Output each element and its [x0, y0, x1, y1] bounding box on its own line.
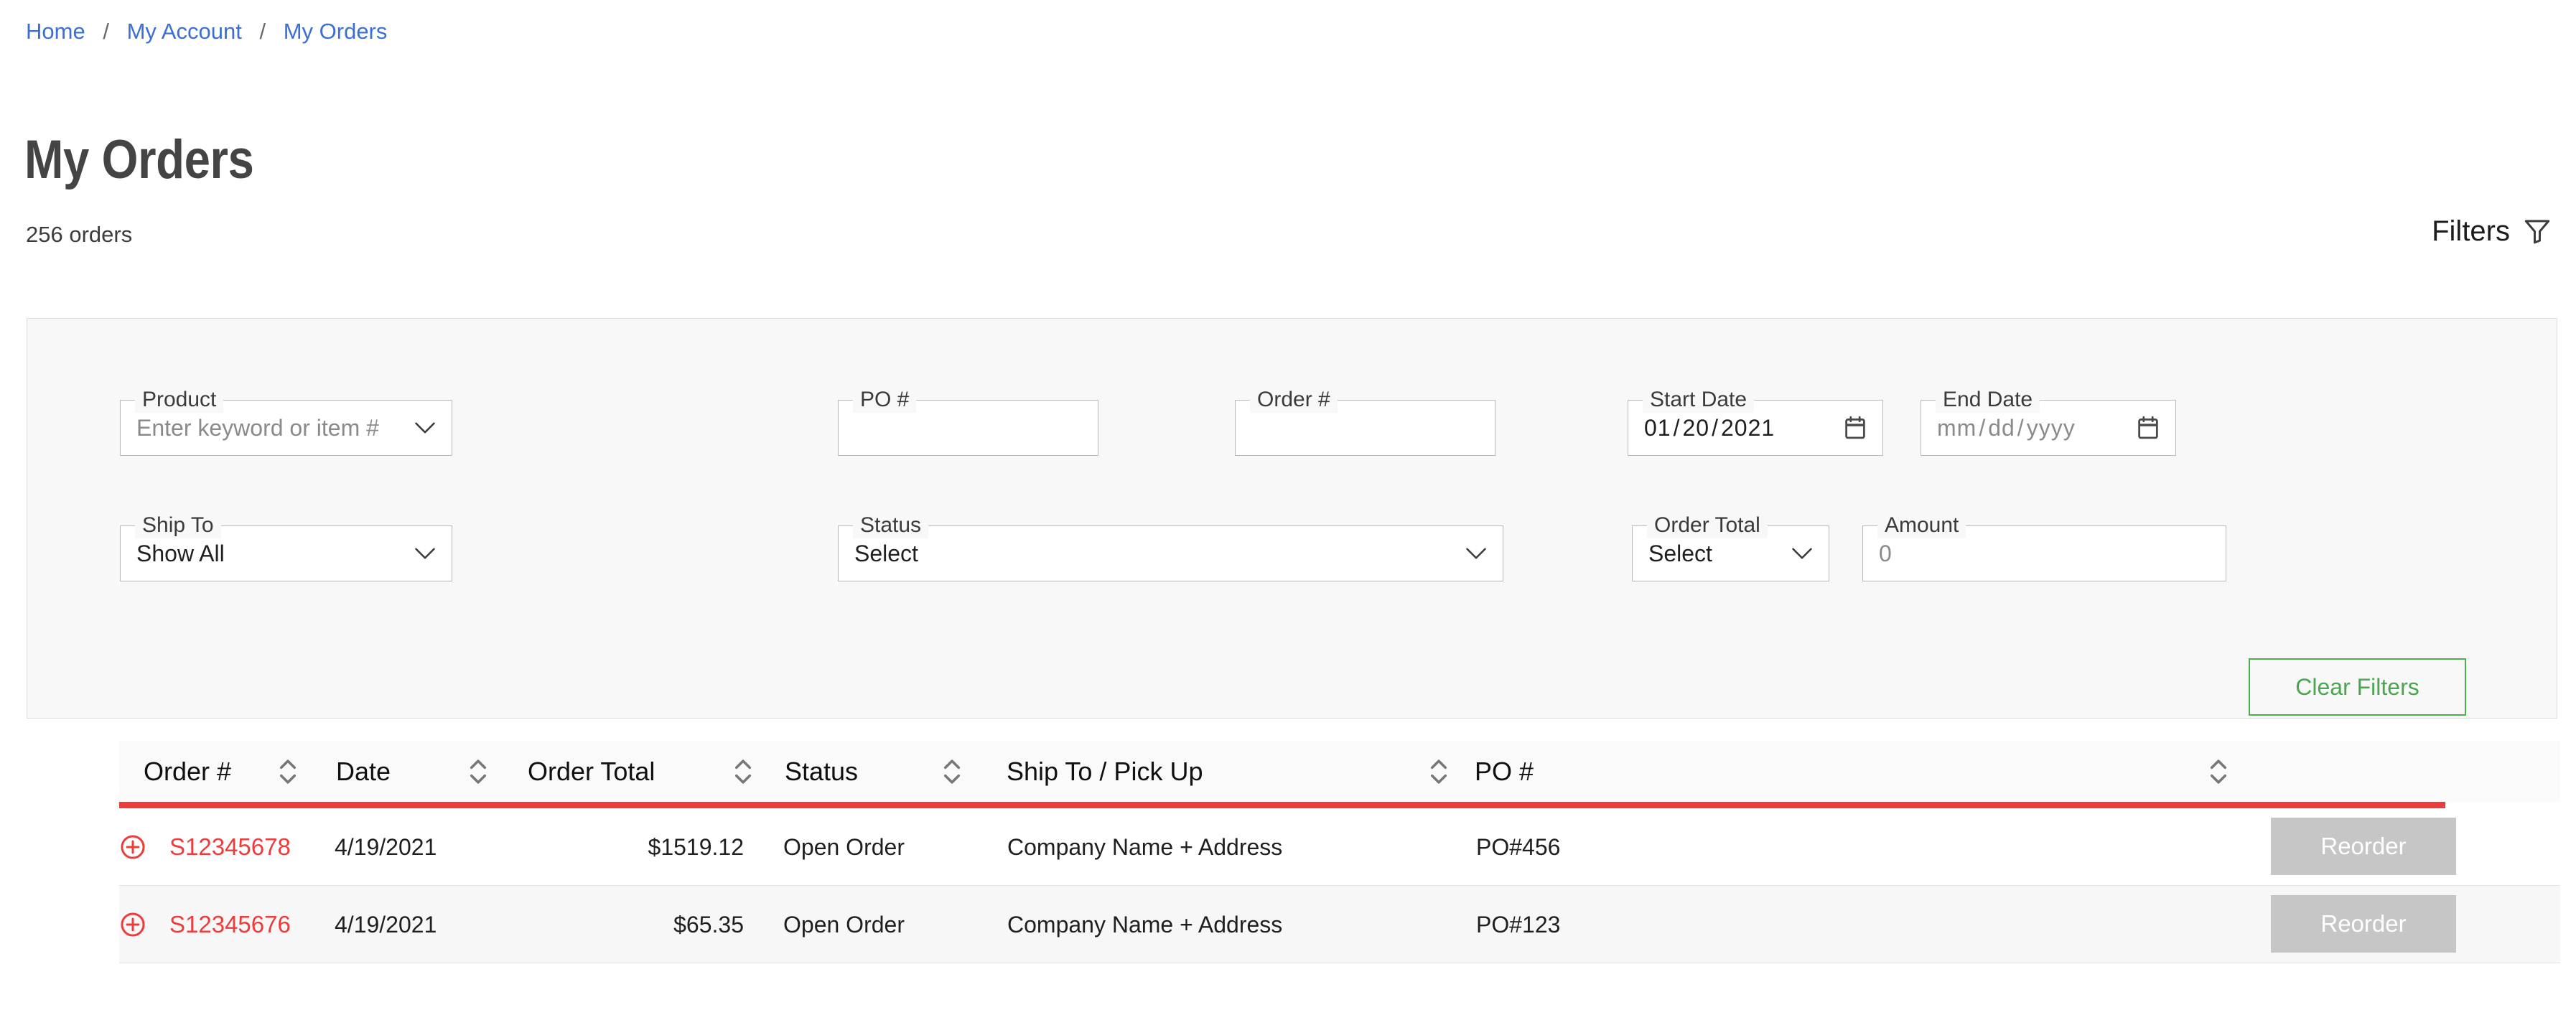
cell-status: Open Order — [783, 833, 905, 860]
cell-ship-to: Company Name + Address — [1007, 833, 1283, 860]
filter-status-value: Select — [854, 541, 918, 566]
table-accent-bar — [119, 802, 2445, 808]
orders-table: Order # Date Order Total Status Ship To … — [119, 741, 2560, 963]
filter-status[interactable]: Status Select — [838, 513, 1503, 581]
column-header-date[interactable]: Date — [336, 741, 391, 802]
table-row[interactable]: S12345678 4/19/2021 $1519.12 Open Order … — [119, 808, 2560, 886]
breadcrumb: Home / My Account / My Orders — [26, 19, 387, 45]
start-date-year: 2021 — [1720, 415, 1775, 441]
filter-order-total-value: Select — [1648, 541, 1712, 566]
filter-order-total-label: Order Total — [1647, 513, 1768, 538]
cell-order-number[interactable]: S12345676 — [169, 886, 291, 963]
chevron-down-icon — [1465, 547, 1487, 560]
filter-product[interactable]: Product Enter keyword or item # — [120, 387, 452, 456]
page-title: My Orders — [24, 128, 254, 190]
funnel-icon — [2521, 216, 2553, 246]
plus-circle-icon[interactable] — [119, 808, 146, 885]
calendar-icon[interactable] — [1844, 416, 1867, 440]
filter-order-number-label: Order # — [1250, 387, 1338, 413]
cell-date: 4/19/2021 — [335, 911, 437, 937]
cell-status: Open Order — [783, 911, 905, 937]
cell-order-total: $1519.12 — [648, 833, 744, 860]
cell-date: 4/19/2021 — [335, 833, 437, 860]
orders-count: 256 orders — [26, 222, 133, 247]
filter-ship-to-value: Show All — [136, 541, 225, 566]
table-row[interactable]: S12345676 4/19/2021 $65.35 Open Order Co… — [119, 886, 2560, 963]
filter-end-date[interactable]: End Date mm / dd / yyyy — [1921, 387, 2176, 456]
sort-icon-ship-to[interactable] — [1429, 741, 1448, 802]
filter-amount-label: Amount — [1877, 513, 1966, 538]
order-number-link[interactable]: S12345676 — [169, 911, 291, 937]
chevron-down-icon — [414, 421, 436, 434]
end-date-year: yyyy — [2026, 415, 2076, 441]
reorder-button[interactable]: Reorder — [2271, 818, 2456, 875]
breadcrumb-item-my-account[interactable]: My Account — [127, 19, 242, 44]
filter-start-date[interactable]: Start Date 01 / 20 / 2021 — [1628, 387, 1883, 456]
start-date-month: 01 — [1644, 415, 1671, 441]
filters-toggle[interactable]: Filters — [2432, 215, 2553, 247]
sort-icon-order-total[interactable] — [734, 741, 752, 802]
filter-start-date-label: Start Date — [1643, 387, 1755, 413]
start-date-sep: / — [1673, 415, 1681, 441]
table-header-row: Order # Date Order Total Status Ship To … — [119, 741, 2560, 808]
cell-po-number: PO#456 — [1476, 833, 1561, 860]
start-date-day: 20 — [1682, 415, 1710, 441]
column-header-ship-to[interactable]: Ship To / Pick Up — [1007, 741, 1203, 802]
filters-toggle-label: Filters — [2432, 215, 2510, 247]
filter-ship-to[interactable]: Ship To Show All — [120, 513, 452, 581]
start-date-sep: / — [1712, 415, 1719, 441]
column-header-po-number[interactable]: PO # — [1475, 741, 1534, 802]
end-date-sep: / — [1979, 415, 1987, 441]
calendar-icon[interactable] — [2137, 416, 2160, 440]
filter-ship-to-label: Ship To — [135, 513, 221, 538]
breadcrumb-separator: / — [259, 19, 266, 44]
breadcrumb-item-my-orders: My Orders — [283, 19, 388, 44]
reorder-button[interactable]: Reorder — [2271, 895, 2456, 953]
breadcrumb-separator: / — [103, 19, 109, 44]
plus-circle-icon[interactable] — [119, 886, 146, 963]
filter-status-label: Status — [853, 513, 929, 538]
clear-filters-button[interactable]: Clear Filters — [2249, 658, 2466, 716]
column-header-status[interactable]: Status — [785, 741, 858, 802]
filter-po-number-label: PO # — [853, 387, 917, 413]
cell-ship-to: Company Name + Address — [1007, 911, 1283, 937]
breadcrumb-item-home[interactable]: Home — [26, 19, 85, 44]
cell-order-total: $65.35 — [673, 911, 744, 937]
order-number-link[interactable]: S12345678 — [169, 833, 291, 860]
cell-po-number: PO#123 — [1476, 911, 1561, 937]
filter-panel: Product Enter keyword or item # PO # Ord… — [27, 318, 2557, 719]
end-date-month: mm — [1937, 415, 1977, 441]
filter-product-value: Enter keyword or item # — [136, 415, 379, 441]
end-date-day: dd — [1988, 415, 2015, 441]
sort-icon-order-number[interactable] — [279, 741, 297, 802]
chevron-down-icon — [414, 547, 436, 560]
sort-icon-po-number[interactable] — [2209, 741, 2228, 802]
sort-icon-date[interactable] — [469, 741, 487, 802]
filter-po-number[interactable]: PO # — [838, 387, 1098, 456]
cell-order-number[interactable]: S12345678 — [169, 808, 291, 885]
filter-order-number[interactable]: Order # — [1235, 387, 1495, 456]
filter-order-total[interactable]: Order Total Select — [1632, 513, 1829, 581]
sort-icon-status[interactable] — [943, 741, 961, 802]
column-header-order-number[interactable]: Order # — [144, 741, 231, 802]
filter-amount[interactable]: Amount 0 — [1862, 513, 2226, 581]
filter-end-date-value: mm / dd / yyyy — [1937, 414, 2129, 441]
filter-start-date-value: 01 / 20 / 2021 — [1644, 414, 1837, 441]
filter-product-label: Product — [135, 387, 224, 413]
chevron-down-icon — [1791, 547, 1813, 560]
filter-amount-value: 0 — [1879, 541, 1892, 566]
end-date-sep: / — [2017, 415, 2025, 441]
column-header-order-total[interactable]: Order Total — [528, 741, 655, 802]
filter-end-date-label: End Date — [1936, 387, 2040, 413]
